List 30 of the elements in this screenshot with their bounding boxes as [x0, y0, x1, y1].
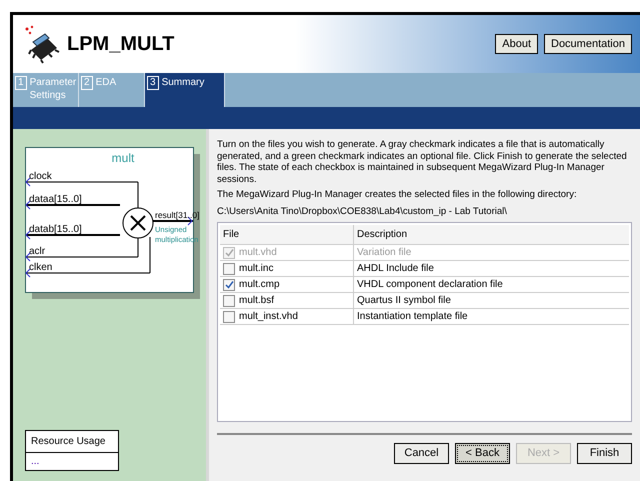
file-name: mult_inst.vhd — [239, 310, 298, 324]
checkmark-icon — [224, 248, 234, 257]
file-description: Variation file — [356, 246, 412, 260]
file-description: Quartus II symbol file — [356, 294, 451, 308]
nav-button[interactable]: < Back — [455, 443, 510, 464]
file-name: mult.cmp — [239, 278, 280, 292]
checkbox[interactable] — [223, 262, 235, 274]
wizard-tab[interactable]: 3 Summary — [145, 73, 225, 107]
column-header: Description — [356, 228, 408, 242]
resource-usage-title: Resource Usage — [26, 431, 118, 453]
column-header: File — [220, 225, 354, 244]
file-name: mult.vhd — [239, 246, 277, 260]
file-name: mult.bsf — [239, 294, 274, 308]
resource-usage-value: ... — [30, 455, 40, 469]
checkbox[interactable] — [223, 278, 235, 290]
file-description: Instantiation template file — [356, 310, 468, 324]
intro-text: Turn on the files you wish to generate. A gray checkmark indicates a file that is automatically generated, and a green checkmark indicates an optional file. Click Finish to generate the selected files. The state of each checkbox is maintained in subsequent MegaWizard Plug-In Manager sessions. — [217, 139, 628, 185]
directory-path: C:\Users\Anita Tino\Dropbox\COE838\Lab4\custom_ip - Lab Tutorial\ — [217, 206, 508, 218]
checkbox[interactable] — [223, 310, 235, 322]
checkbox[interactable] — [223, 294, 235, 306]
checkmark-icon — [224, 280, 234, 289]
wizard-title: LPM_MULT — [67, 32, 174, 57]
file-description: VHDL component declaration file — [356, 278, 503, 292]
header-button[interactable]: Documentation — [544, 34, 632, 54]
directory-label: The MegaWizard Plug-In Manager creates the selected files in the following directory: — [217, 189, 578, 201]
header-button[interactable]: About — [495, 34, 538, 54]
nav-button[interactable]: Finish — [577, 443, 632, 464]
file-name: mult.inc — [239, 262, 274, 276]
file-description: AHDL Include file — [356, 262, 434, 276]
nav-button[interactable]: Cancel — [394, 443, 449, 464]
